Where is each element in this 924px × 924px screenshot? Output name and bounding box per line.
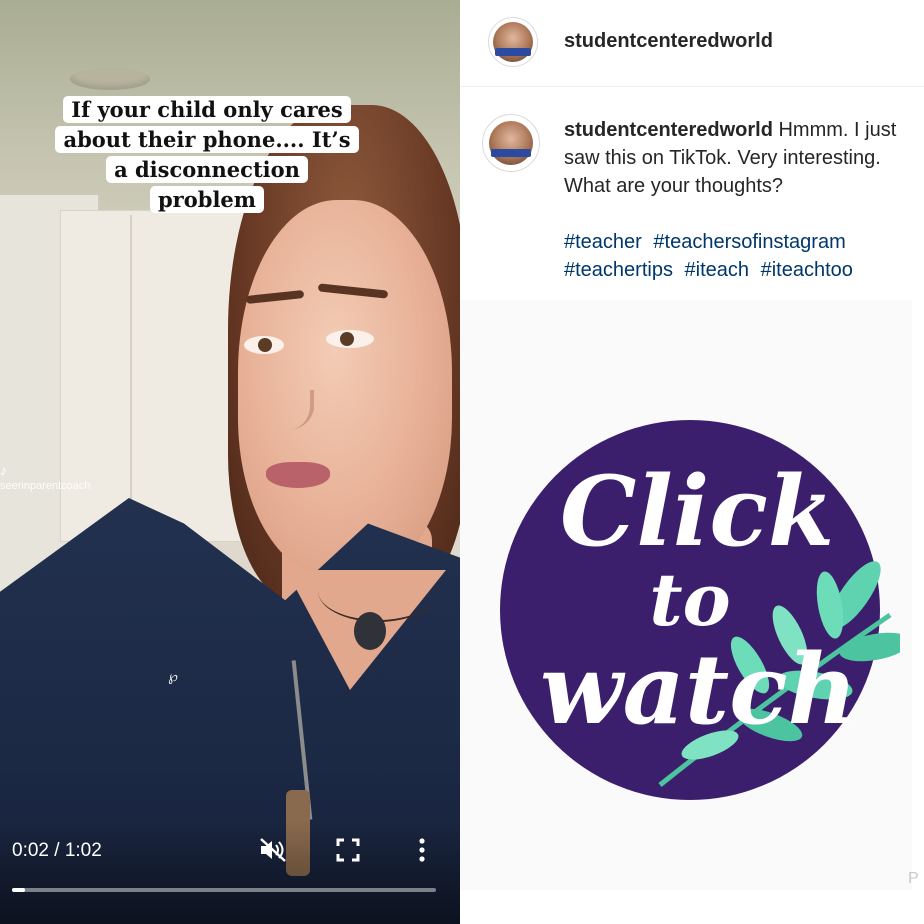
cabinet-door-seam (130, 215, 132, 535)
more-vertical-icon[interactable] (412, 836, 432, 864)
creator-handle-watermark: seerinparentcoach (0, 480, 91, 492)
caption-line: a disconnection (106, 156, 308, 183)
avatar-photo (489, 121, 533, 165)
hashtag-link[interactable]: #iteach (685, 259, 750, 281)
hashtag-link[interactable]: #teacher (564, 231, 642, 253)
caption-line: problem (150, 186, 264, 213)
left-eye (244, 336, 284, 354)
caption-username[interactable]: studentcenteredworld (564, 119, 773, 141)
hashtag-link[interactable]: #teachertips (564, 259, 673, 281)
video-controls-bar (0, 820, 460, 924)
jacket-logo-icon: ℘ (168, 668, 178, 684)
video-time: 0:02 / 1:02 (12, 840, 102, 861)
right-eye (326, 330, 374, 348)
caption-line: about their phone.... It’s (55, 126, 359, 153)
caption-avatar[interactable] (482, 114, 540, 172)
heart-pendant (354, 612, 386, 650)
tiktok-watermark-icon: ♪ (0, 462, 7, 478)
mouth (266, 462, 330, 488)
fullscreen-icon[interactable] (336, 838, 360, 862)
video-player[interactable]: ℘ If your child only cares about their p… (0, 0, 460, 924)
necklace (318, 560, 438, 622)
avatar-banner (495, 48, 531, 56)
post-header: studentcenteredworld (460, 0, 924, 87)
caption-line: If your child only cares (63, 96, 351, 123)
promo-text-line: to (649, 557, 731, 642)
avatar[interactable] (488, 17, 538, 67)
hashtag-link[interactable]: #teachersofinstagram (653, 231, 845, 253)
avatar-banner (491, 149, 531, 157)
hashtag-list: #teacher #teachersofinstagram #teacherti… (564, 228, 924, 284)
hashtag-link[interactable]: #iteachtoo (761, 259, 853, 281)
promo-text-line: Click (560, 455, 835, 568)
volume-muted-icon[interactable] (258, 836, 288, 864)
post-caption: studentcenteredworld Hmmm. I just saw th… (564, 116, 924, 200)
post-header-username[interactable]: studentcenteredworld (564, 30, 773, 53)
promo-text-line: watch (540, 633, 858, 746)
corner-mark: P (908, 870, 919, 887)
person-face (238, 200, 452, 575)
video-progress-fill (12, 888, 25, 892)
video-progress-bar[interactable] (12, 888, 436, 892)
ceiling-light (70, 68, 150, 90)
video-caption: If your child only cares about their pho… (42, 95, 372, 215)
avatar-photo (493, 22, 533, 62)
